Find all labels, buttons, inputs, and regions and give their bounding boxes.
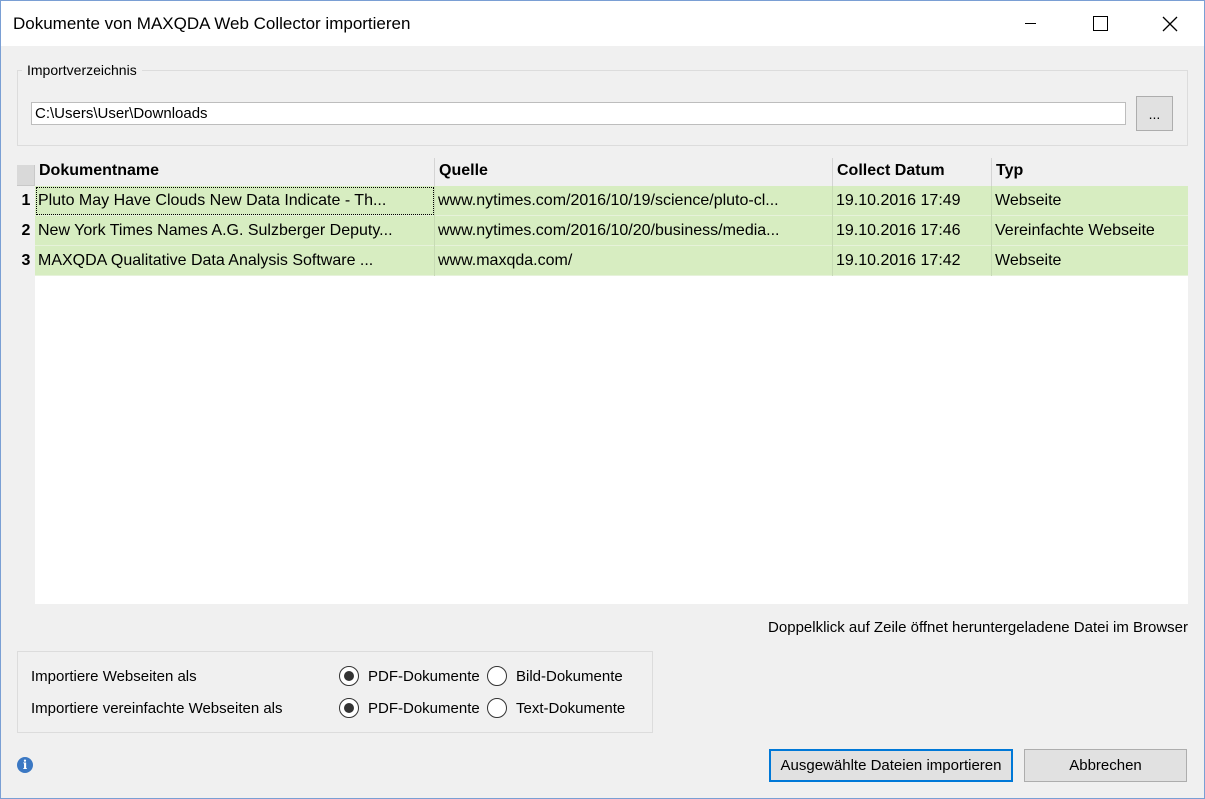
simple-text-label: Text-Dokumente	[516, 699, 626, 717]
cell-dokumentname[interactable]: Pluto May Have Clouds New Data Indicate …	[35, 186, 435, 216]
row-number[interactable]: 1	[17, 186, 35, 216]
simple-text-radio[interactable]: Text-Dokumente	[487, 698, 625, 718]
web-pdf-radio[interactable]: PDF-Dokumente	[339, 666, 480, 686]
cell-collect-datum[interactable]: 19.10.2016 17:49	[833, 186, 992, 216]
cell-typ[interactable]: Webseite	[992, 246, 1188, 276]
table-row[interactable]: Pluto May Have Clouds New Data Indicate …	[35, 186, 1188, 216]
minimize-button[interactable]	[1007, 1, 1053, 46]
cell-dokumentname[interactable]: New York Times Names A.G. Sulzberger Dep…	[35, 216, 435, 246]
simple-pdf-label: PDF-Dokumente	[368, 699, 480, 717]
import-options-group	[17, 651, 653, 733]
web-image-label: Bild-Dokumente	[516, 667, 623, 685]
cell-quelle[interactable]: www.nytimes.com/2016/10/20/business/medi…	[435, 216, 833, 246]
close-button[interactable]	[1147, 1, 1193, 46]
simple-web-import-label: Importiere vereinfachte Webseiten als	[31, 700, 283, 717]
close-icon	[1162, 16, 1178, 31]
title-bar: Dokumente von MAXQDA Web Collector impor…	[1, 1, 1204, 46]
column-header-dokumentname[interactable]: Dokumentname	[35, 158, 435, 186]
row-number[interactable]: 2	[17, 216, 35, 246]
table-row[interactable]: MAXQDA Qualitative Data Analysis Softwar…	[35, 246, 1188, 276]
cell-typ[interactable]: Webseite	[992, 186, 1188, 216]
import-directory-legend: Importverzeichnis	[22, 62, 142, 78]
web-pdf-label: PDF-Dokumente	[368, 667, 480, 685]
import-selected-button[interactable]: Ausgewählte Dateien importieren	[769, 749, 1013, 782]
window-title: Dokumente von MAXQDA Web Collector impor…	[13, 14, 411, 33]
maximize-button[interactable]	[1077, 1, 1123, 46]
cell-quelle[interactable]: www.maxqda.com/	[435, 246, 833, 276]
table-corner[interactable]	[17, 165, 35, 186]
column-header-typ[interactable]: Typ	[992, 158, 1188, 186]
cell-dokumentname[interactable]: MAXQDA Qualitative Data Analysis Softwar…	[35, 246, 435, 276]
radio-unselected-icon	[487, 666, 507, 686]
maximize-icon	[1092, 16, 1108, 31]
cell-collect-datum[interactable]: 19.10.2016 17:42	[833, 246, 992, 276]
import-path-input[interactable]	[31, 102, 1126, 125]
cell-typ[interactable]: Vereinfachte Webseite	[992, 216, 1188, 246]
cell-collect-datum[interactable]: 19.10.2016 17:46	[833, 216, 992, 246]
radio-selected-icon	[339, 698, 359, 718]
row-number[interactable]: 3	[17, 246, 35, 276]
radio-selected-icon	[339, 666, 359, 686]
browse-button[interactable]: ...	[1136, 96, 1173, 131]
web-image-radio[interactable]: Bild-Dokumente	[487, 666, 623, 686]
column-header-quelle[interactable]: Quelle	[435, 158, 833, 186]
radio-unselected-icon	[487, 698, 507, 718]
table-row[interactable]: New York Times Names A.G. Sulzberger Dep…	[35, 216, 1188, 246]
simple-pdf-radio[interactable]: PDF-Dokumente	[339, 698, 480, 718]
cell-quelle[interactable]: www.nytimes.com/2016/10/19/science/pluto…	[435, 186, 833, 216]
double-click-hint: Doppelklick auf Zeile öffnet heruntergel…	[768, 619, 1188, 636]
info-icon[interactable]: i	[17, 757, 33, 773]
column-header-collect-datum[interactable]: Collect Datum	[833, 158, 992, 186]
cancel-button[interactable]: Abbrechen	[1024, 749, 1187, 782]
minimize-icon	[1024, 23, 1036, 24]
web-import-label: Importiere Webseiten als	[31, 668, 197, 685]
